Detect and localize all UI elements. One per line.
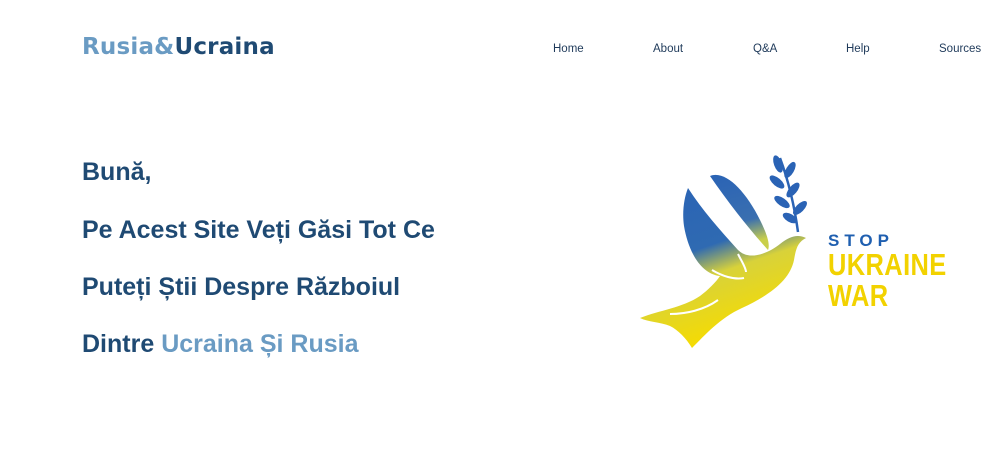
hero-line-2: Pe Acest Site Veți Găsi Tot Ce [82,216,435,244]
nav-home[interactable]: Home [553,43,584,55]
hero-line-4-prefix: Dintre [82,330,162,358]
nav-qa[interactable]: Q&A [753,43,777,55]
stop-ukraine-war-badge: STOP UKRAINE WAR [828,232,973,311]
badge-war-text: WAR [828,278,889,313]
nav-about[interactable]: About [653,43,683,55]
hero-line-greeting: Bună, [82,158,152,186]
badge-ukraine-text: UKRAINE [828,247,947,282]
hero-line-3: Puteți Știi Despre Războiul [82,273,401,301]
nav-sources[interactable]: Sources [939,43,981,55]
hero-line-4: Dintre Ucraina Și Rusia [82,330,359,359]
hero-line-4-accent: Ucraina Și Rusia [161,330,359,358]
main-nav: Home About Q&A Help Sources [0,43,1008,59]
nav-help[interactable]: Help [846,43,870,55]
